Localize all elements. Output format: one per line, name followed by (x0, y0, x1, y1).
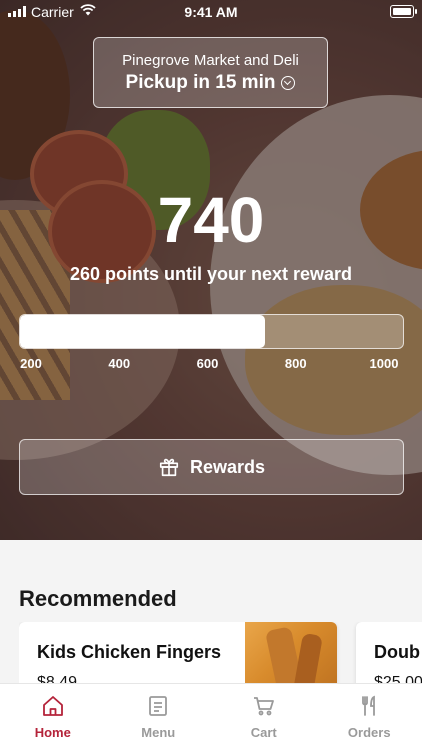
chevron-down-icon (281, 76, 295, 90)
progress-tick-label: 800 (285, 356, 307, 371)
tab-bar: Home Menu Cart Orders (0, 683, 422, 751)
progress-tick-label: 1000 (370, 356, 399, 371)
rewards-button-label: Rewards (190, 457, 265, 478)
store-name: Pinegrove Market and Deli (94, 52, 327, 69)
item-image (245, 622, 337, 692)
points-remaining-text: 260 points until your next reward (0, 264, 422, 285)
recommended-item-card[interactable]: Doub $25.00 (356, 622, 422, 692)
rewards-button[interactable]: Rewards (19, 439, 404, 495)
recommended-carousel[interactable]: Kids Chicken Fingers $8.49 Doub $25.00 (19, 622, 422, 692)
gift-icon (158, 456, 180, 478)
tab-label: Orders (348, 725, 391, 740)
menu-icon (146, 694, 170, 718)
tab-cart[interactable]: Cart (211, 684, 317, 751)
progress-tick-label: 200 (20, 356, 42, 371)
home-icon (41, 694, 65, 718)
store-selector[interactable]: Pinegrove Market and Deli Pickup in 15 m… (93, 37, 328, 108)
rewards-progress-fill (20, 315, 265, 348)
item-name: Kids Chicken Fingers (37, 642, 221, 663)
tab-label: Menu (141, 725, 175, 740)
progress-tick-label: 600 (197, 356, 219, 371)
tab-home[interactable]: Home (0, 684, 106, 751)
points-value: 740 (0, 182, 422, 258)
tab-label: Cart (251, 725, 277, 740)
utensils-icon (357, 694, 381, 718)
rewards-progress-bar (19, 314, 404, 349)
progress-tick-label: 400 (108, 356, 130, 371)
item-name: Doub (374, 642, 420, 663)
tab-label: Home (35, 725, 71, 740)
clock: 9:41 AM (0, 4, 422, 20)
pickup-label: Pickup in 15 min (126, 72, 276, 94)
tab-orders[interactable]: Orders (317, 684, 422, 751)
cart-icon (252, 694, 276, 718)
status-bar: Carrier 9:41 AM (0, 0, 422, 24)
battery-icon (390, 5, 414, 18)
pickup-time: Pickup in 15 min (94, 72, 327, 94)
progress-tick-labels: 200 400 600 800 1000 (19, 356, 404, 374)
tab-menu[interactable]: Menu (106, 684, 212, 751)
recommended-item-card[interactable]: Kids Chicken Fingers $8.49 (19, 622, 337, 692)
recommended-heading: Recommended (19, 586, 177, 612)
